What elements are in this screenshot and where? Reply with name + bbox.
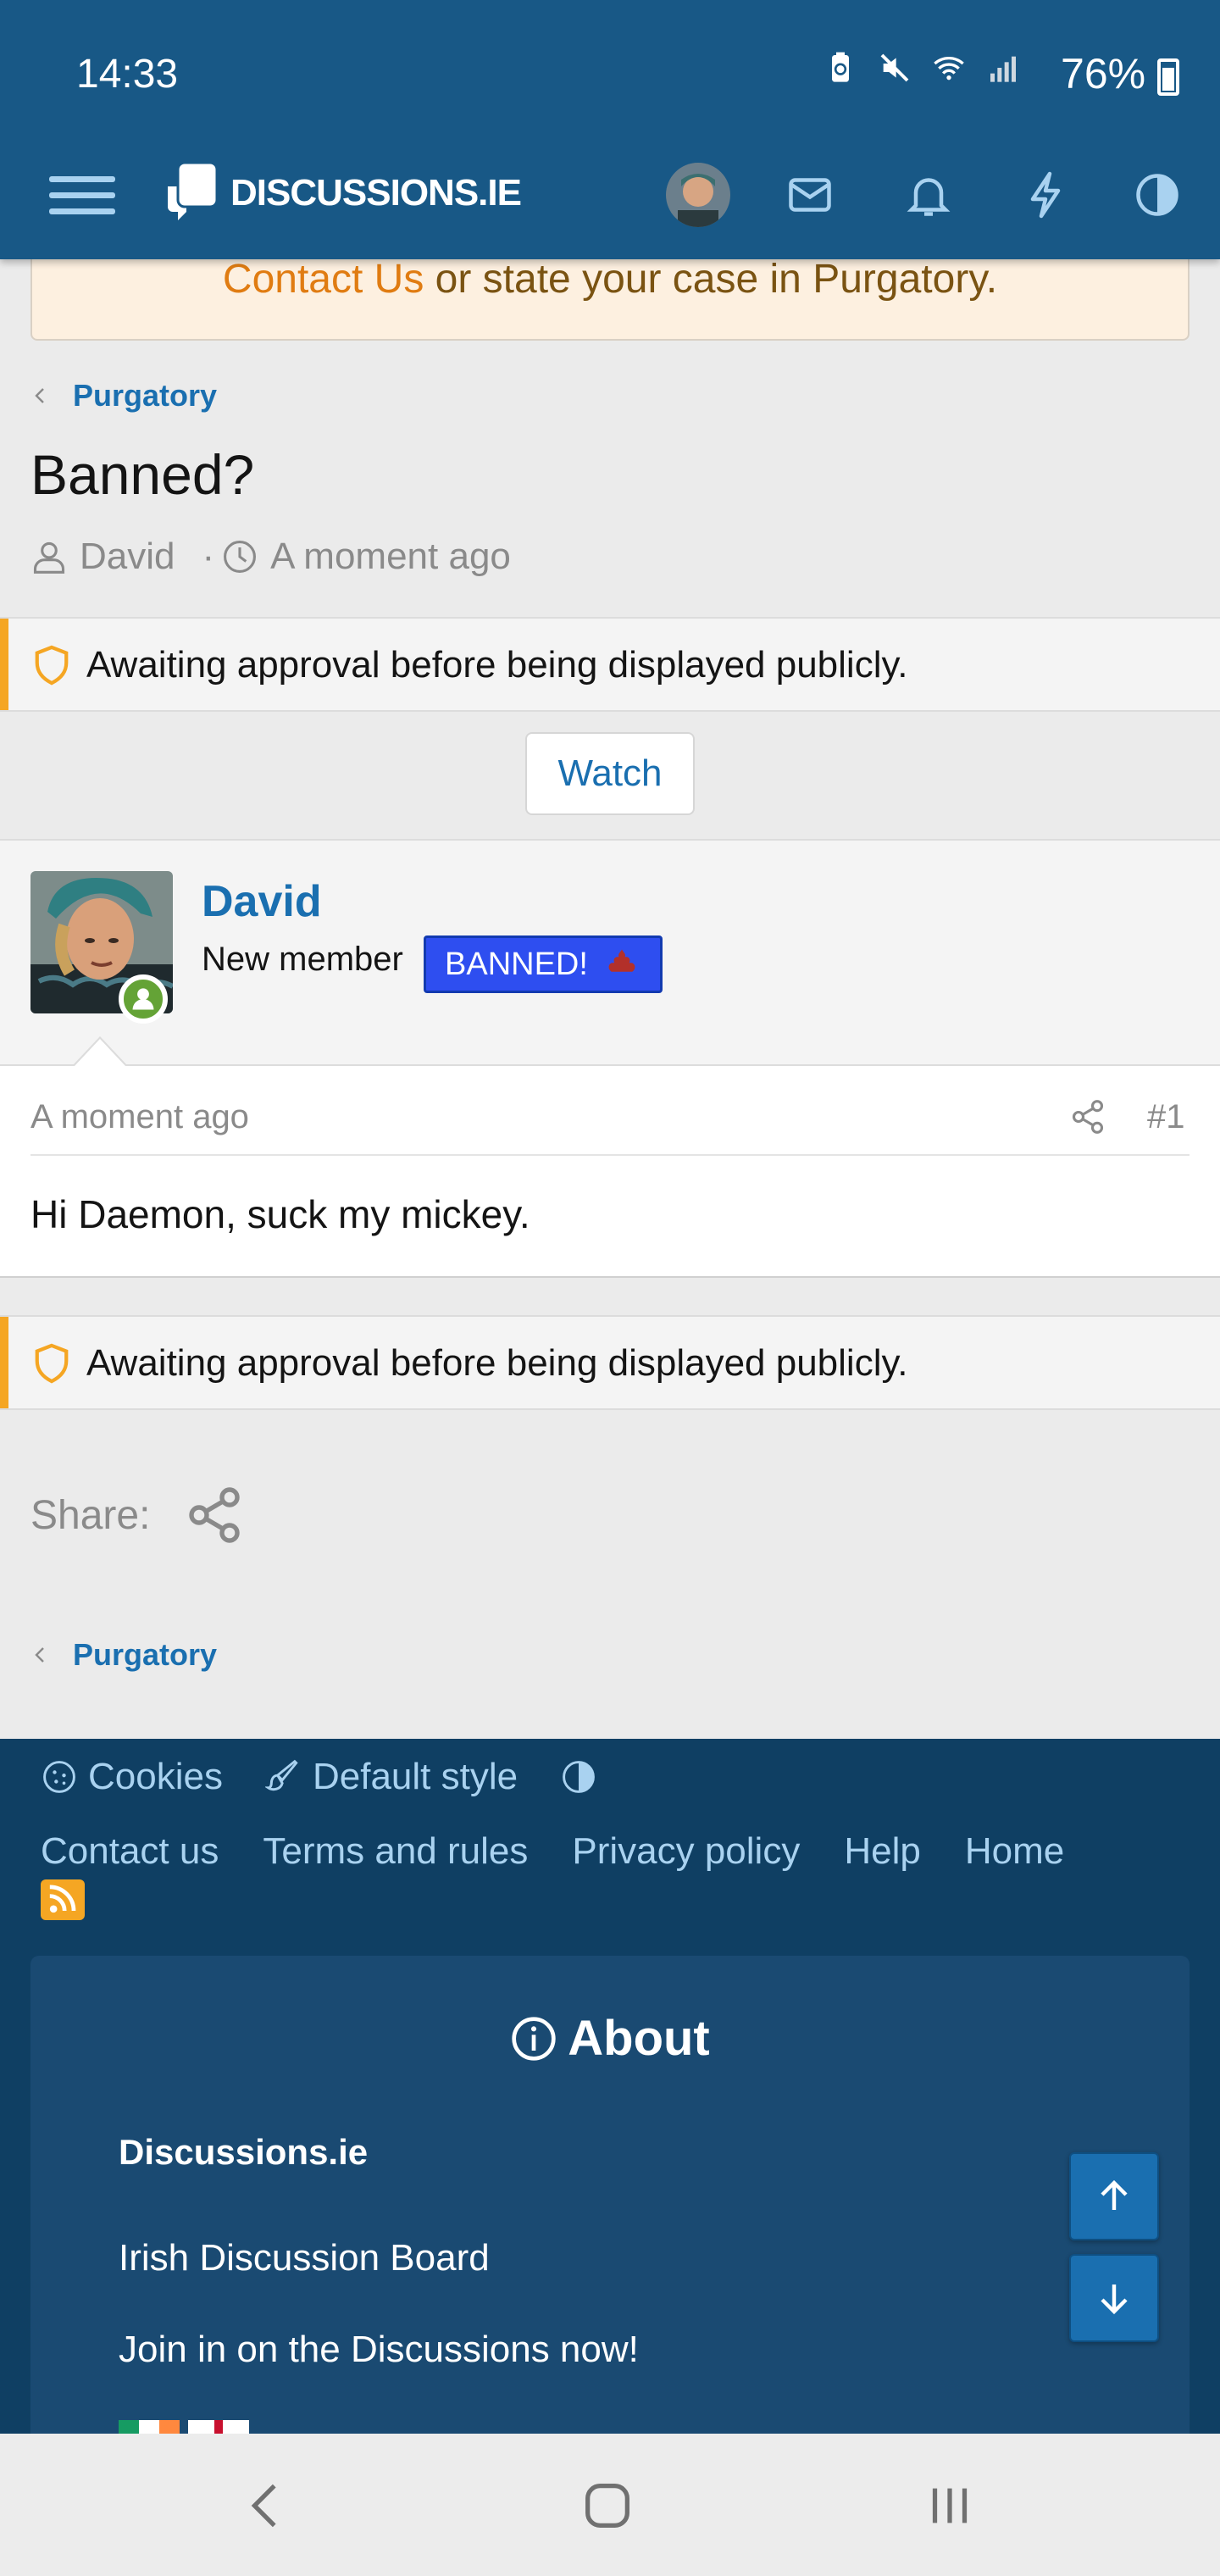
bell-icon[interactable] xyxy=(903,169,954,220)
banned-badge-label: BANNED! xyxy=(445,947,588,982)
style-label: Default style xyxy=(312,1756,518,1797)
site-logo[interactable]: DISCUSSIONS.IE xyxy=(166,161,522,225)
about-heading: About xyxy=(30,2010,1190,2067)
about-heading-text: About xyxy=(568,2011,710,2066)
footer-link-privacy[interactable]: Privacy policy xyxy=(572,1830,800,1873)
cookies-label: Cookies xyxy=(88,1756,223,1797)
rss-icon[interactable] xyxy=(41,1879,85,1920)
share-label: Share: xyxy=(30,1492,151,1538)
footer-links: Contact us Terms and rules Privacy polic… xyxy=(41,1830,1064,1873)
post-body: Hi Daemon, suck my mickey. xyxy=(30,1192,530,1236)
share-icon[interactable] xyxy=(1069,1098,1106,1135)
about-line-1: Irish Discussion Board xyxy=(119,2237,490,2279)
post-number[interactable]: #1 xyxy=(1147,1098,1185,1136)
thread-time[interactable]: A moment ago xyxy=(270,536,511,578)
chevron-left-icon xyxy=(35,388,44,403)
contrast-icon[interactable] xyxy=(1132,169,1183,220)
cookie-icon xyxy=(43,1761,75,1793)
post-username[interactable]: David xyxy=(202,876,322,927)
cookies-link[interactable]: Cookies xyxy=(41,1756,223,1798)
approval-notice: Awaiting approval before being displayed… xyxy=(0,1315,1220,1410)
logo-text: DISCUSSIONS.IE xyxy=(230,172,522,214)
back-icon[interactable] xyxy=(237,2476,297,2535)
wifi-icon xyxy=(934,57,964,80)
footer-link-help[interactable]: Help xyxy=(844,1830,921,1873)
arrow-down-icon xyxy=(1101,2285,1128,2315)
meta-dot: · xyxy=(202,536,215,577)
scroll-top-button[interactable] xyxy=(1069,2152,1159,2240)
logo-speech-icon xyxy=(168,161,219,220)
shield-icon xyxy=(35,645,69,686)
home-icon[interactable] xyxy=(578,2476,637,2535)
battery-saver-icon xyxy=(832,52,849,82)
envelope-icon[interactable] xyxy=(785,169,835,220)
status-icons xyxy=(824,51,1020,85)
info-icon xyxy=(512,2016,556,2061)
thread-meta: David · A moment ago xyxy=(30,536,511,578)
battery-percent: 76% xyxy=(1061,49,1179,98)
post-user-block: David New member BANNED! xyxy=(0,839,1220,1064)
post-message: A moment ago #1 Hi Daemon, suck my micke… xyxy=(0,1064,1220,1278)
app-bar: DISCUSSIONS.IE xyxy=(0,153,1220,259)
banned-badge: BANNED! xyxy=(424,935,663,993)
page-title: Banned? xyxy=(30,443,255,506)
breadcrumb-label: Purgatory xyxy=(73,378,218,413)
user-icon xyxy=(33,541,65,574)
battery-icon xyxy=(1157,58,1179,96)
mute-icon xyxy=(880,53,909,82)
approval-notice: Awaiting approval before being displayed… xyxy=(0,617,1220,712)
status-time: 14:33 xyxy=(76,52,179,97)
status-bar: 14:33 76% xyxy=(0,0,1220,153)
shield-icon xyxy=(35,1343,69,1384)
about-card: About Discussions.ie Irish Discussion Bo… xyxy=(30,1956,1190,2464)
style-chooser-link[interactable]: Default style xyxy=(264,1756,518,1798)
contact-us-link[interactable]: Contact Us xyxy=(223,257,424,302)
contrast-icon[interactable] xyxy=(560,1758,597,1796)
approval-text: Awaiting approval before being displayed… xyxy=(86,1342,908,1384)
user-title: New member xyxy=(202,941,403,978)
paintbrush-icon xyxy=(264,1759,298,1791)
poop-icon xyxy=(608,949,635,972)
footer-link-home[interactable]: Home xyxy=(965,1830,1064,1873)
arrow-up-icon xyxy=(1101,2179,1128,2210)
breadcrumb[interactable]: Purgatory xyxy=(30,1637,217,1673)
footer-row-settings: Cookies Default style xyxy=(41,1756,597,1798)
scroll-bottom-button[interactable] xyxy=(1069,2254,1159,2342)
caret xyxy=(75,1039,125,1066)
about-site-name: Discussions.ie xyxy=(119,2132,369,2172)
share-icon[interactable] xyxy=(184,1485,245,1546)
watch-button[interactable]: Watch xyxy=(525,732,695,815)
avatar[interactable] xyxy=(666,163,730,227)
post-date[interactable]: A moment ago xyxy=(30,1098,249,1136)
recents-icon[interactable] xyxy=(920,2476,979,2535)
footer-link-contact[interactable]: Contact us xyxy=(41,1830,219,1873)
thread-author[interactable]: David xyxy=(80,536,175,578)
chevron-left-icon xyxy=(35,1647,44,1663)
share-bar: Share: xyxy=(30,1485,245,1546)
breadcrumb-label: Purgatory xyxy=(73,1637,218,1672)
about-line-2: Join in on the Discussions now! xyxy=(119,2329,639,2370)
hamburger-icon[interactable] xyxy=(49,166,115,234)
approval-text: Awaiting approval before being displayed… xyxy=(86,644,908,686)
clock-icon xyxy=(224,541,257,573)
post-divider xyxy=(30,1154,1190,1156)
breadcrumb[interactable]: Purgatory xyxy=(30,378,217,414)
system-nav-bar xyxy=(0,2434,1220,2576)
signal-icon xyxy=(990,56,1016,82)
footer-link-terms[interactable]: Terms and rules xyxy=(263,1830,528,1873)
bolt-icon[interactable] xyxy=(1020,169,1071,220)
notice-text: or state your case in Purgatory. xyxy=(424,257,998,302)
online-status-icon xyxy=(119,974,168,1024)
top-header: 14:33 76% DISCUSSIONS.IE xyxy=(0,0,1220,259)
